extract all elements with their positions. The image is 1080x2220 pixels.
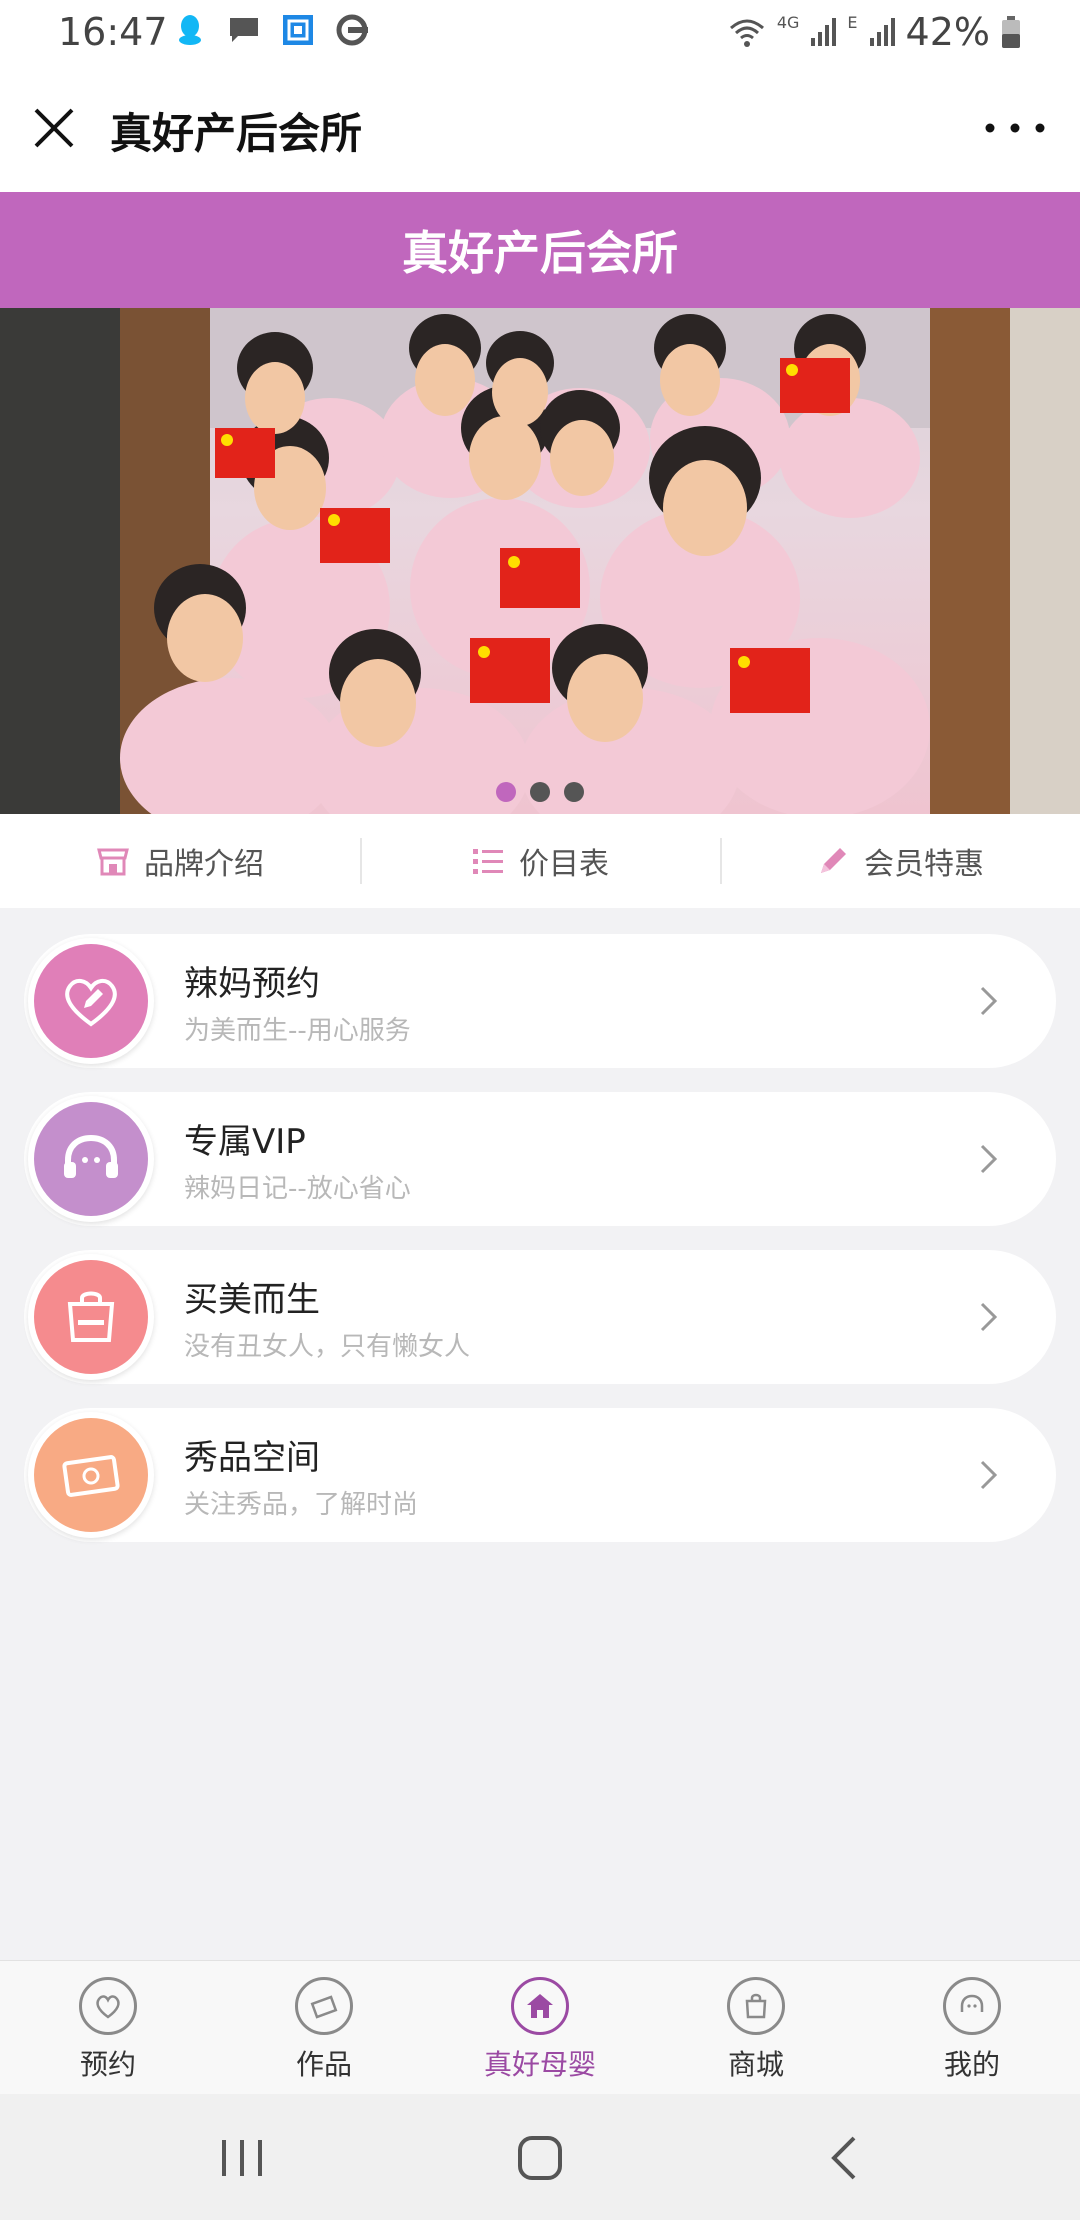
list-icon	[473, 849, 503, 874]
quick-nav-member[interactable]: 会员特惠	[720, 814, 1080, 908]
battery-text: 42%	[905, 10, 990, 54]
menu-icon-bg	[34, 1418, 148, 1532]
menu-list: 辣妈预约 为美而生--用心服务 专属VIP 辣妈日记--放心省心 买美而生 没有…	[24, 934, 1056, 1566]
tab-label: 我的	[943, 2048, 1000, 2081]
bottom-tab-bar: 预约 作品 真好母婴 商城 我的	[0, 1960, 1080, 2095]
back-icon[interactable]	[816, 2130, 876, 2186]
menu-icon-bg	[34, 1260, 148, 1374]
notification-icons	[172, 12, 370, 48]
menu-title: 辣妈预约	[184, 964, 320, 1004]
banner-carousel[interactable]	[0, 308, 1080, 814]
tab-shop[interactable]: 商城	[648, 1961, 864, 2095]
status-time: 16:47	[58, 10, 168, 54]
shop-icon	[727, 1977, 785, 2035]
carousel-dot[interactable]	[564, 782, 584, 802]
qq-icon	[179, 15, 201, 45]
signal-icon	[869, 18, 895, 46]
chevron-right-icon	[980, 1144, 998, 1174]
tab-label: 作品	[295, 2048, 352, 2081]
carousel-dot[interactable]	[496, 782, 516, 802]
menu-title: 买美而生	[184, 1280, 320, 1320]
tab-appointment[interactable]: 预约	[0, 1961, 216, 2095]
chevron-right-icon	[980, 1302, 998, 1332]
message-icon	[230, 18, 258, 42]
banner-photo	[0, 308, 1080, 814]
network-4g: 4G	[776, 12, 800, 32]
more-icon[interactable]	[980, 110, 1050, 146]
carousel-dots	[0, 782, 1080, 802]
menu-icon-bg	[34, 1102, 148, 1216]
headset-icon	[64, 1134, 118, 1178]
profile-icon	[943, 1977, 1001, 2035]
menu-item-vip[interactable]: 专属VIP 辣妈日记--放心省心	[24, 1092, 1056, 1226]
menu-subtitle: 为美而生--用心服务	[184, 1016, 411, 1046]
quick-nav-prices[interactable]: 价目表	[360, 814, 720, 908]
menu-item-appointment[interactable]: 辣妈预约 为美而生--用心服务	[24, 934, 1056, 1068]
menu-title: 专属VIP	[184, 1122, 306, 1162]
tab-label: 商城	[727, 2048, 784, 2081]
menu-icon-bg	[34, 944, 148, 1058]
menu-subtitle: 辣妈日记--放心省心	[184, 1174, 411, 1204]
menu-icon-ring	[28, 1096, 154, 1222]
app-r-icon	[283, 15, 313, 45]
chevron-right-icon	[980, 1460, 998, 1490]
menu-icon-ring	[28, 938, 154, 1064]
menu-icon-ring	[28, 1412, 154, 1538]
browser-icon	[336, 14, 368, 46]
shopping-bag-icon	[67, 1291, 115, 1342]
menu-title: 秀品空间	[184, 1438, 320, 1478]
chevron-right-icon	[980, 986, 998, 1016]
heart-pen-icon	[65, 979, 117, 1027]
carousel-dot[interactable]	[530, 782, 550, 802]
store-icon	[97, 848, 129, 876]
network-e: E	[847, 12, 858, 32]
wifi-icon	[729, 19, 764, 47]
close-icon[interactable]	[26, 100, 82, 156]
works-icon	[295, 1977, 353, 2035]
home-button-icon[interactable]	[510, 2130, 570, 2186]
system-nav-bar	[0, 2094, 1080, 2220]
menu-icon-ring	[28, 1254, 154, 1380]
menu-item-showcase[interactable]: 秀品空间 关注秀品，了解时尚	[24, 1408, 1056, 1542]
home-icon	[511, 1977, 569, 2035]
signal-icon	[811, 18, 837, 46]
quick-nav-label: 会员特惠	[864, 847, 984, 882]
menu-subtitle: 没有丑女人，只有懒女人	[184, 1332, 471, 1362]
recent-apps-icon[interactable]	[212, 2130, 272, 2186]
tab-label: 预约	[79, 2048, 136, 2081]
quick-nav-brand[interactable]: 品牌介绍	[0, 814, 360, 908]
status-right: 4G E 42%	[727, 10, 1022, 54]
menu-subtitle: 关注秀品，了解时尚	[184, 1490, 419, 1520]
tab-label: 真好母婴	[483, 2048, 596, 2081]
pencil-icon	[821, 848, 846, 873]
tab-profile[interactable]: 我的	[864, 1961, 1080, 2095]
tab-home[interactable]: 真好母婴	[432, 1961, 648, 2095]
brand-title: 真好产后会所	[402, 226, 678, 280]
brand-header: 真好产后会所	[0, 192, 1080, 308]
page-title: 真好产后会所	[110, 109, 363, 158]
appointment-icon	[79, 1977, 137, 2035]
ticket-icon	[62, 1455, 120, 1497]
quick-nav: 品牌介绍 价目表 会员特惠	[0, 814, 1080, 908]
battery-icon	[1002, 16, 1020, 48]
menu-item-shopping[interactable]: 买美而生 没有丑女人，只有懒女人	[24, 1250, 1056, 1384]
quick-nav-label: 品牌介绍	[144, 847, 264, 882]
quick-nav-label: 价目表	[519, 847, 609, 882]
tab-works[interactable]: 作品	[216, 1961, 432, 2095]
title-bar: 真好产后会所	[0, 64, 1080, 192]
status-bar: 16:47 4G E 42%	[0, 0, 1080, 64]
